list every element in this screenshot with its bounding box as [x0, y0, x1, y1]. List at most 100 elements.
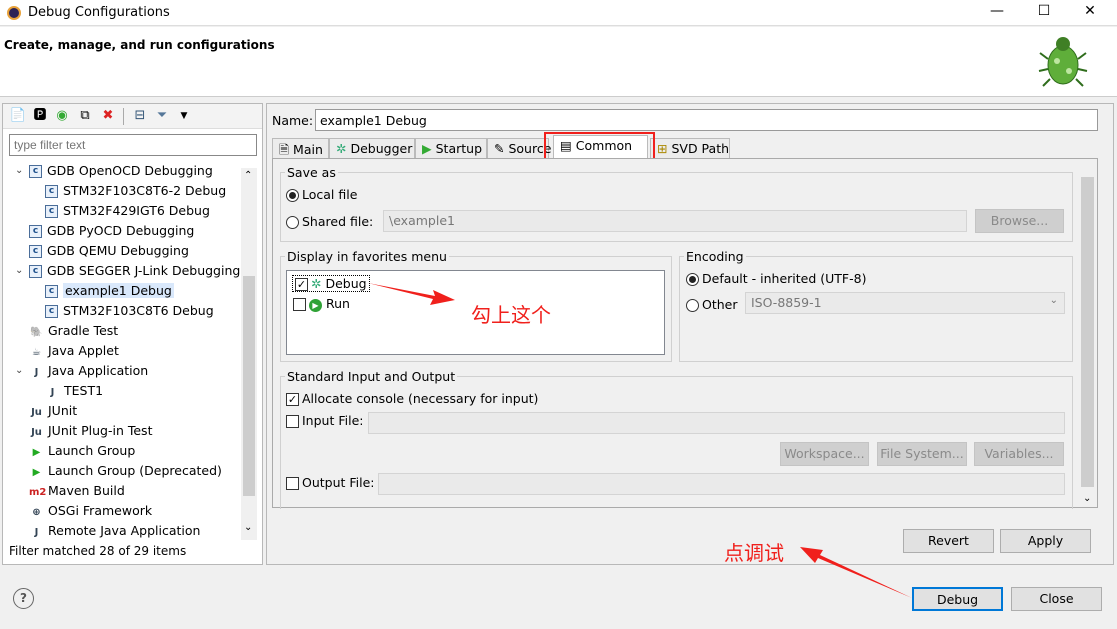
tree-item[interactable]: ▶ Launch Group (Deprecated) — [29, 461, 222, 481]
minimize-button[interactable]: — — [982, 3, 1012, 19]
applet-config-icon: ☕ — [32, 347, 41, 358]
panel-scroll-thumb[interactable] — [1081, 177, 1094, 487]
tree-item[interactable]: c STM32F103C8T6 Debug — [45, 301, 214, 321]
shared-file-radio[interactable]: Shared file: — [286, 214, 373, 229]
tree-item[interactable]: c STM32F429IGT6 Debug — [45, 201, 210, 221]
collapse-all-icon[interactable]: ⊟ — [131, 107, 149, 125]
tab-debugger[interactable]: ✲ Debugger — [329, 138, 415, 158]
osgi-config-icon: ⊕ — [32, 507, 41, 518]
file-system-button[interactable]: File System... — [877, 442, 967, 466]
tab-svd-path[interactable]: ⊞ SVD Path — [650, 138, 730, 158]
filter-icon[interactable]: ⏷ — [153, 107, 171, 125]
scroll-down-icon[interactable]: ⌄ — [244, 522, 252, 533]
tree-item[interactable]: J TEST1 — [45, 381, 103, 401]
other-encoding-radio[interactable]: Other — [686, 297, 738, 312]
c-config-icon: c — [45, 305, 58, 318]
tree-item[interactable]: ⌄ J Java Application — [15, 361, 148, 381]
name-input[interactable] — [315, 109, 1098, 131]
tree-item[interactable]: ⌄ c GDB OpenOCD Debugging — [15, 161, 213, 181]
output-file-input[interactable] — [378, 473, 1065, 495]
new-config-icon[interactable]: 📄 — [9, 107, 27, 125]
checkbox-checked: ✓ — [286, 393, 299, 406]
favorite-run-item[interactable]: ▶ Run — [293, 296, 350, 312]
chevron-down-icon[interactable]: ⌄ — [15, 161, 23, 181]
input-file-checkbox[interactable]: Input File: — [286, 413, 363, 428]
tree-scroll-thumb[interactable] — [243, 276, 255, 496]
tree-item[interactable]: c GDB QEMU Debugging — [29, 241, 189, 261]
play-config-icon: ▶ — [32, 467, 41, 478]
view-menu-chevron-down-icon[interactable]: ▼ — [175, 107, 193, 125]
J-config-icon: J — [50, 387, 55, 398]
checkbox-checked[interactable]: ✓ — [295, 278, 308, 291]
tree-item[interactable]: ⊕ OSGi Framework — [29, 501, 152, 521]
input-file-input[interactable] — [368, 412, 1065, 434]
shared-file-input[interactable]: \example1 — [383, 210, 967, 232]
header-title: Create, manage, and run configurations — [4, 38, 275, 52]
tree-item[interactable]: J Remote Java Application — [29, 521, 201, 541]
config-toolbar: 📄 🅿 ◉ ⧉ ✖ ⊟ ⏷ ▼ — [3, 104, 262, 129]
radio-label: Local file — [302, 187, 358, 202]
play-config-icon: ▶ — [32, 447, 41, 458]
apply-button[interactable]: Apply — [1000, 529, 1091, 553]
encoding-legend: Encoding — [686, 249, 744, 264]
tree-item[interactable]: c GDB PyOCD Debugging — [29, 221, 194, 241]
tree-item[interactable]: 🐘 Gradle Test — [29, 321, 118, 341]
encoding-select[interactable]: ISO-8859-1 ⌄ — [745, 292, 1065, 314]
tab-startup[interactable]: ▶ Startup — [415, 138, 487, 158]
revert-button[interactable]: Revert — [903, 529, 994, 553]
duplicate-icon[interactable]: ⧉ — [76, 107, 94, 125]
tab-main[interactable]: 🗎 Main — [272, 138, 329, 158]
debug-button[interactable]: Debug — [912, 587, 1003, 611]
chevron-down-icon: ⌄ — [1049, 295, 1058, 306]
title-bar: Debug Configurations — ☐ ✕ — [0, 0, 1117, 26]
tree-item[interactable]: Ju JUnit Plug-in Test — [29, 421, 152, 441]
delete-icon[interactable]: ✖ — [99, 107, 117, 125]
default-encoding-radio[interactable]: Default - inherited (UTF-8) — [686, 271, 866, 286]
radio-selected — [686, 273, 699, 286]
tree-item[interactable]: ▶ Launch Group — [29, 441, 136, 461]
tree-item[interactable]: c STM32F103C8T6-2 Debug — [45, 181, 226, 201]
radio-label: Shared file: — [302, 214, 374, 229]
toolbar-divider — [123, 108, 124, 125]
tab-label: Main — [293, 142, 323, 157]
favorite-debug-item[interactable]: ✓ ✲ Debug — [292, 275, 370, 292]
radio-unselected — [286, 216, 299, 229]
radio-label: Other — [702, 297, 738, 312]
tree-item[interactable]: c example1 Debug — [45, 281, 174, 301]
tab-source[interactable]: ✎ Source — [487, 138, 551, 158]
variables-button[interactable]: Variables... — [974, 442, 1064, 466]
filter-input[interactable] — [9, 134, 257, 156]
tree-item-label: Launch Group (Deprecated) — [48, 463, 222, 478]
tree-item[interactable]: Ju JUnit — [29, 401, 77, 421]
checkbox-unchecked[interactable] — [293, 298, 306, 311]
scroll-down-icon[interactable]: ⌄ — [1083, 493, 1091, 504]
scroll-up-icon[interactable]: ⌃ — [244, 170, 252, 181]
help-icon[interactable]: ? — [13, 588, 34, 609]
browse-button[interactable]: Browse... — [975, 209, 1064, 233]
close-window-button[interactable]: ✕ — [1075, 3, 1105, 19]
workspace-button[interactable]: Workspace... — [780, 442, 869, 466]
chevron-down-icon[interactable]: ⌄ — [15, 361, 23, 381]
allocate-console-checkbox[interactable]: ✓ Allocate console (necessary for input) — [286, 391, 538, 406]
output-file-checkbox[interactable]: Output File: — [286, 475, 375, 490]
tree-item[interactable]: m2 Maven Build — [29, 481, 125, 501]
tree-item-label: Launch Group — [48, 443, 136, 458]
local-file-radio[interactable]: Local file — [286, 187, 357, 202]
c-config-icon: c — [45, 185, 58, 198]
tree-item[interactable]: ☕ Java Applet — [29, 341, 119, 361]
close-button[interactable]: Close — [1011, 587, 1102, 611]
tree-item-label: Gradle Test — [48, 323, 119, 338]
tree-item[interactable]: ⌄ c GDB SEGGER J-Link Debugging — [15, 261, 240, 281]
c-config-icon: c — [29, 225, 42, 238]
new-prototype-icon[interactable]: 🅿 — [31, 107, 49, 125]
tree-item-label: TEST1 — [64, 383, 104, 398]
tree-item-label: GDB PyOCD Debugging — [47, 223, 195, 238]
panel-scrollbar[interactable]: ⌄ — [1080, 175, 1095, 505]
c-config-icon: c — [29, 265, 42, 278]
export-icon[interactable]: ◉ — [53, 107, 71, 125]
maximize-button[interactable]: ☐ — [1029, 3, 1059, 19]
chevron-down-icon[interactable]: ⌄ — [15, 261, 23, 281]
dialog-header: Create, manage, and run configurations — [0, 27, 1117, 97]
c-config-icon: c — [45, 285, 58, 298]
Ju-config-icon: Ju — [31, 407, 42, 418]
